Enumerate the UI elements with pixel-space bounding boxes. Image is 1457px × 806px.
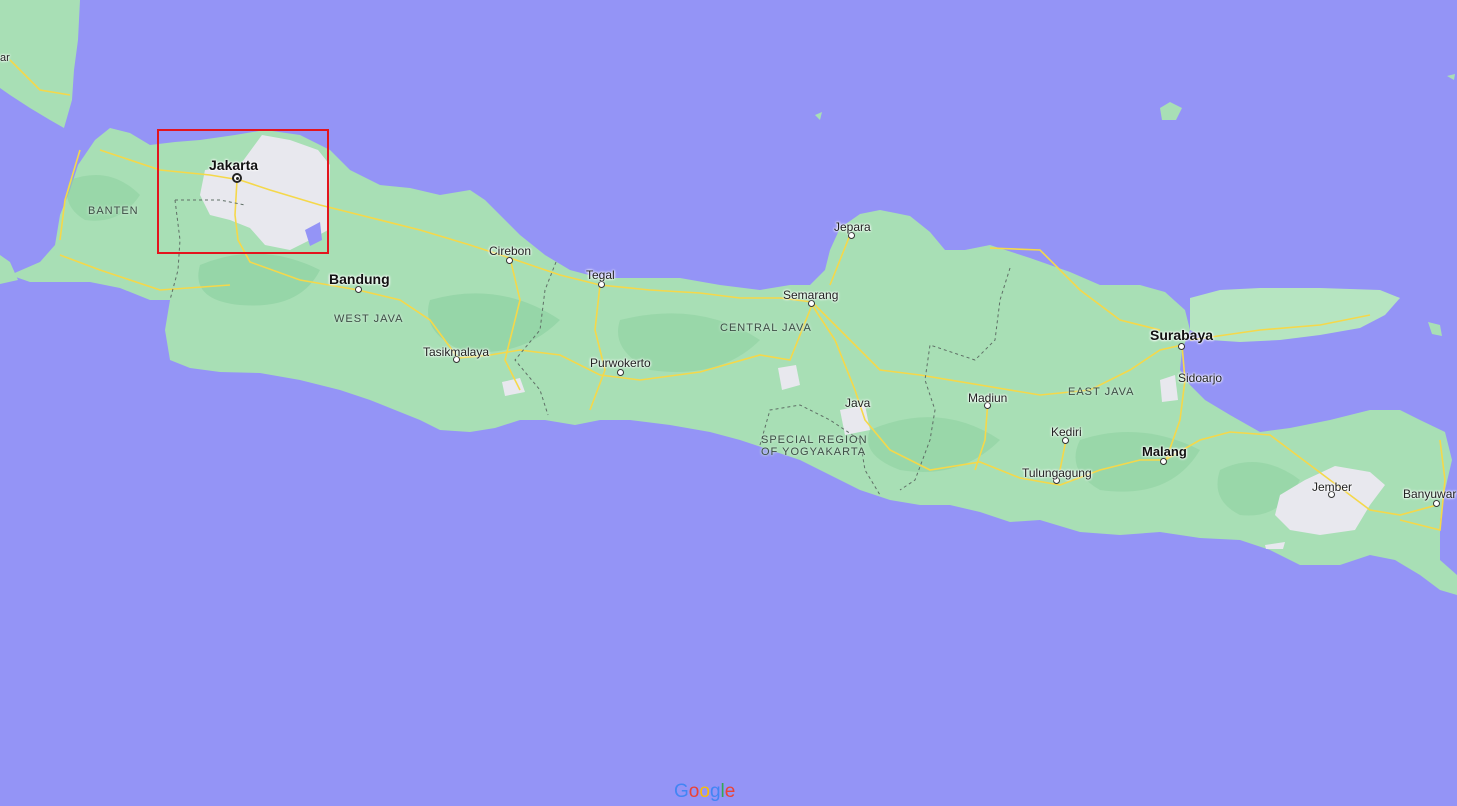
- city-label-cirebon[interactable]: Cirebon: [489, 244, 531, 258]
- banyuwangi-marker[interactable]: [1433, 500, 1440, 507]
- google-logo: Google: [674, 781, 735, 803]
- city-label-kediri[interactable]: Kediri: [1051, 425, 1082, 439]
- purwokerto-marker[interactable]: [617, 369, 624, 376]
- sumatra-label-fragment: ar: [0, 52, 10, 64]
- logo-letter-g1: G: [674, 781, 689, 802]
- malang-marker[interactable]: [1160, 458, 1167, 465]
- city-label-tulungagung[interactable]: Tulungagung: [1022, 466, 1092, 480]
- cirebon-marker[interactable]: [506, 257, 513, 264]
- city-label-bandung[interactable]: Bandung: [329, 271, 390, 287]
- city-label-tasikmalaya[interactable]: Tasikmalaya: [423, 345, 489, 359]
- tegal-marker[interactable]: [598, 281, 605, 288]
- highlight-box: [157, 129, 329, 254]
- city-label-jepara[interactable]: Jepara: [834, 220, 871, 234]
- sumatra-landmass: [0, 0, 80, 128]
- city-label-purwokerto[interactable]: Purwokerto: [590, 356, 651, 370]
- jakarta-marker[interactable]: [232, 173, 242, 183]
- logo-letter-o1: o: [688, 781, 700, 802]
- logo-letter-o2: o: [699, 781, 710, 802]
- logo-letter-e: e: [724, 781, 736, 802]
- city-label-tegal[interactable]: Tegal: [586, 268, 615, 282]
- map-canvas[interactable]: Jakarta Bandung Cirebon Tegal Semarang J…: [0, 0, 1457, 806]
- region-label-central-java: CENTRAL JAVA: [720, 322, 812, 334]
- city-label-java[interactable]: Java: [845, 396, 870, 410]
- city-label-jember[interactable]: Jember: [1312, 480, 1352, 494]
- bandung-marker[interactable]: [355, 286, 362, 293]
- city-label-jakarta[interactable]: Jakarta: [209, 157, 258, 173]
- logo-letter-g2: g: [709, 781, 721, 802]
- region-label-east-java: EAST JAVA: [1068, 386, 1135, 398]
- region-label-banten: BANTEN: [88, 205, 139, 217]
- region-label-yogyakarta-line1: SPECIAL REGION: [761, 434, 868, 446]
- region-label-yogyakarta: SPECIAL REGION OF YOGYAKARTA: [761, 434, 868, 458]
- city-label-surabaya[interactable]: Surabaya: [1150, 327, 1213, 343]
- city-label-semarang[interactable]: Semarang: [783, 288, 838, 302]
- surabaya-marker[interactable]: [1178, 343, 1185, 350]
- city-label-banyuwangi[interactable]: Banyuwar: [1403, 487, 1456, 501]
- city-label-madiun[interactable]: Madiun: [968, 391, 1007, 405]
- region-label-yogyakarta-line2: OF YOGYAKARTA: [761, 446, 867, 458]
- map-terrain: [0, 0, 1457, 595]
- city-label-sidoarjo[interactable]: Sidoarjo: [1178, 371, 1222, 385]
- region-label-west-java: WEST JAVA: [334, 313, 404, 325]
- city-label-malang[interactable]: Malang: [1142, 444, 1187, 459]
